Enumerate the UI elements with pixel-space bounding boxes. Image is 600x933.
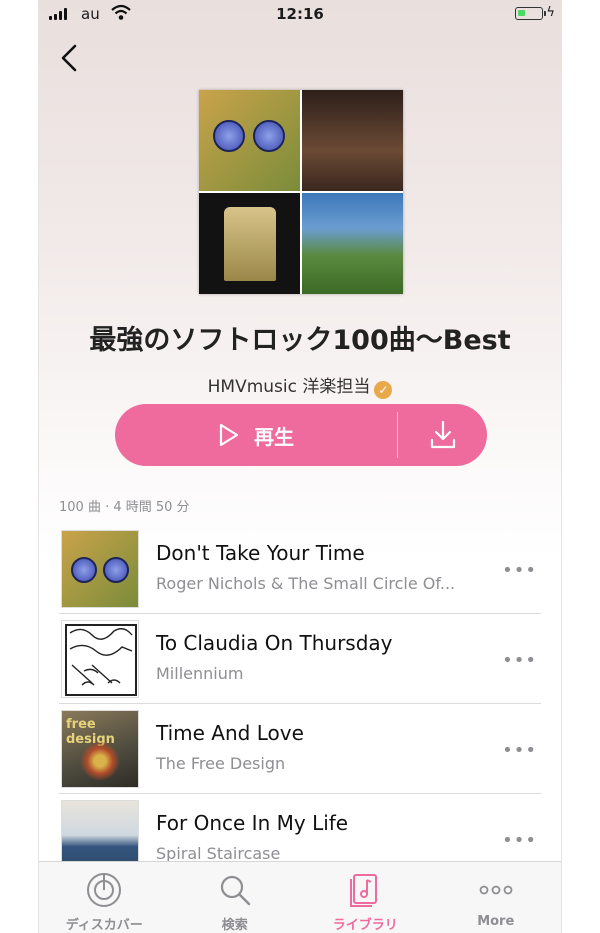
discover-icon: [87, 873, 122, 907]
tab-more[interactable]: More: [431, 862, 562, 933]
more-options-icon[interactable]: •••: [502, 650, 537, 671]
back-chevron-icon[interactable]: [57, 42, 81, 74]
tab-discover[interactable]: ディスカバー: [39, 862, 170, 933]
tab-search[interactable]: 検索: [170, 862, 301, 933]
track-row[interactable]: Don't Take Your Time Roger Nichols & The…: [59, 524, 541, 614]
track-title: For Once In My Life: [156, 811, 349, 835]
download-button[interactable]: [398, 404, 487, 466]
track-artist: The Free Design: [156, 754, 286, 773]
playlist-cover-collage: [199, 90, 403, 294]
album-art-field: [302, 193, 403, 294]
track-row[interactable]: To Claudia On Thursday Millennium •••: [59, 614, 541, 704]
more-options-icon[interactable]: •••: [502, 740, 537, 761]
track-artwork: [61, 620, 139, 698]
track-row[interactable]: free design Time And Love The Free Desig…: [59, 704, 541, 794]
track-list: Don't Take Your Time Roger Nichols & The…: [59, 524, 541, 884]
track-title: Don't Take Your Time: [156, 541, 365, 565]
status-time: 12:16: [276, 5, 324, 23]
track-artwork: [61, 530, 139, 608]
library-icon: [350, 874, 378, 907]
album-art-coat: [199, 193, 300, 294]
battery-icon: [515, 7, 546, 20]
track-title: Time And Love: [156, 721, 304, 745]
tab-label: ライブラリ: [332, 918, 398, 933]
curator-row[interactable]: HMVmusic 洋楽担当 ✓: [39, 372, 561, 399]
play-icon: [219, 423, 239, 447]
charging-icon: ϟ: [546, 5, 555, 20]
curator-name: HMVmusic 洋楽担当: [207, 377, 371, 397]
tab-label: More: [477, 914, 515, 929]
playlist-title: 最強のソフトロック100曲〜Best: [89, 325, 511, 356]
track-artist: Roger Nichols & The Small Circle Of...: [156, 574, 456, 593]
play-button[interactable]: 再生: [115, 404, 397, 466]
play-label: 再生: [254, 424, 294, 449]
verified-badge-icon: ✓: [374, 381, 393, 399]
playlist-meta: 100 曲 · 4 時間 50 分: [59, 500, 190, 515]
search-icon: [220, 875, 250, 906]
track-artwork: free design: [61, 710, 139, 788]
more-icon: [479, 885, 513, 895]
tab-library[interactable]: ライブラリ: [300, 862, 431, 933]
track-title: To Claudia On Thursday: [156, 631, 393, 655]
tab-label: ディスカバー: [65, 918, 143, 933]
app-frame: au 12:16 ϟ 最強のソフトロック100曲〜Best HMVmusic 洋…: [38, 0, 562, 933]
track-artist: Millennium: [156, 664, 244, 683]
status-bar: au 12:16 ϟ: [39, 0, 561, 30]
album-art-group-photo: [302, 90, 403, 191]
more-options-icon[interactable]: •••: [502, 830, 537, 851]
play-controls: 再生: [115, 404, 487, 466]
tab-bar: ディスカバー 検索 ライブラリ More: [39, 861, 561, 933]
more-options-icon[interactable]: •••: [502, 560, 537, 581]
album-art-small-circle: [199, 90, 300, 191]
tab-label: 検索: [221, 918, 248, 933]
download-icon: [430, 420, 455, 449]
